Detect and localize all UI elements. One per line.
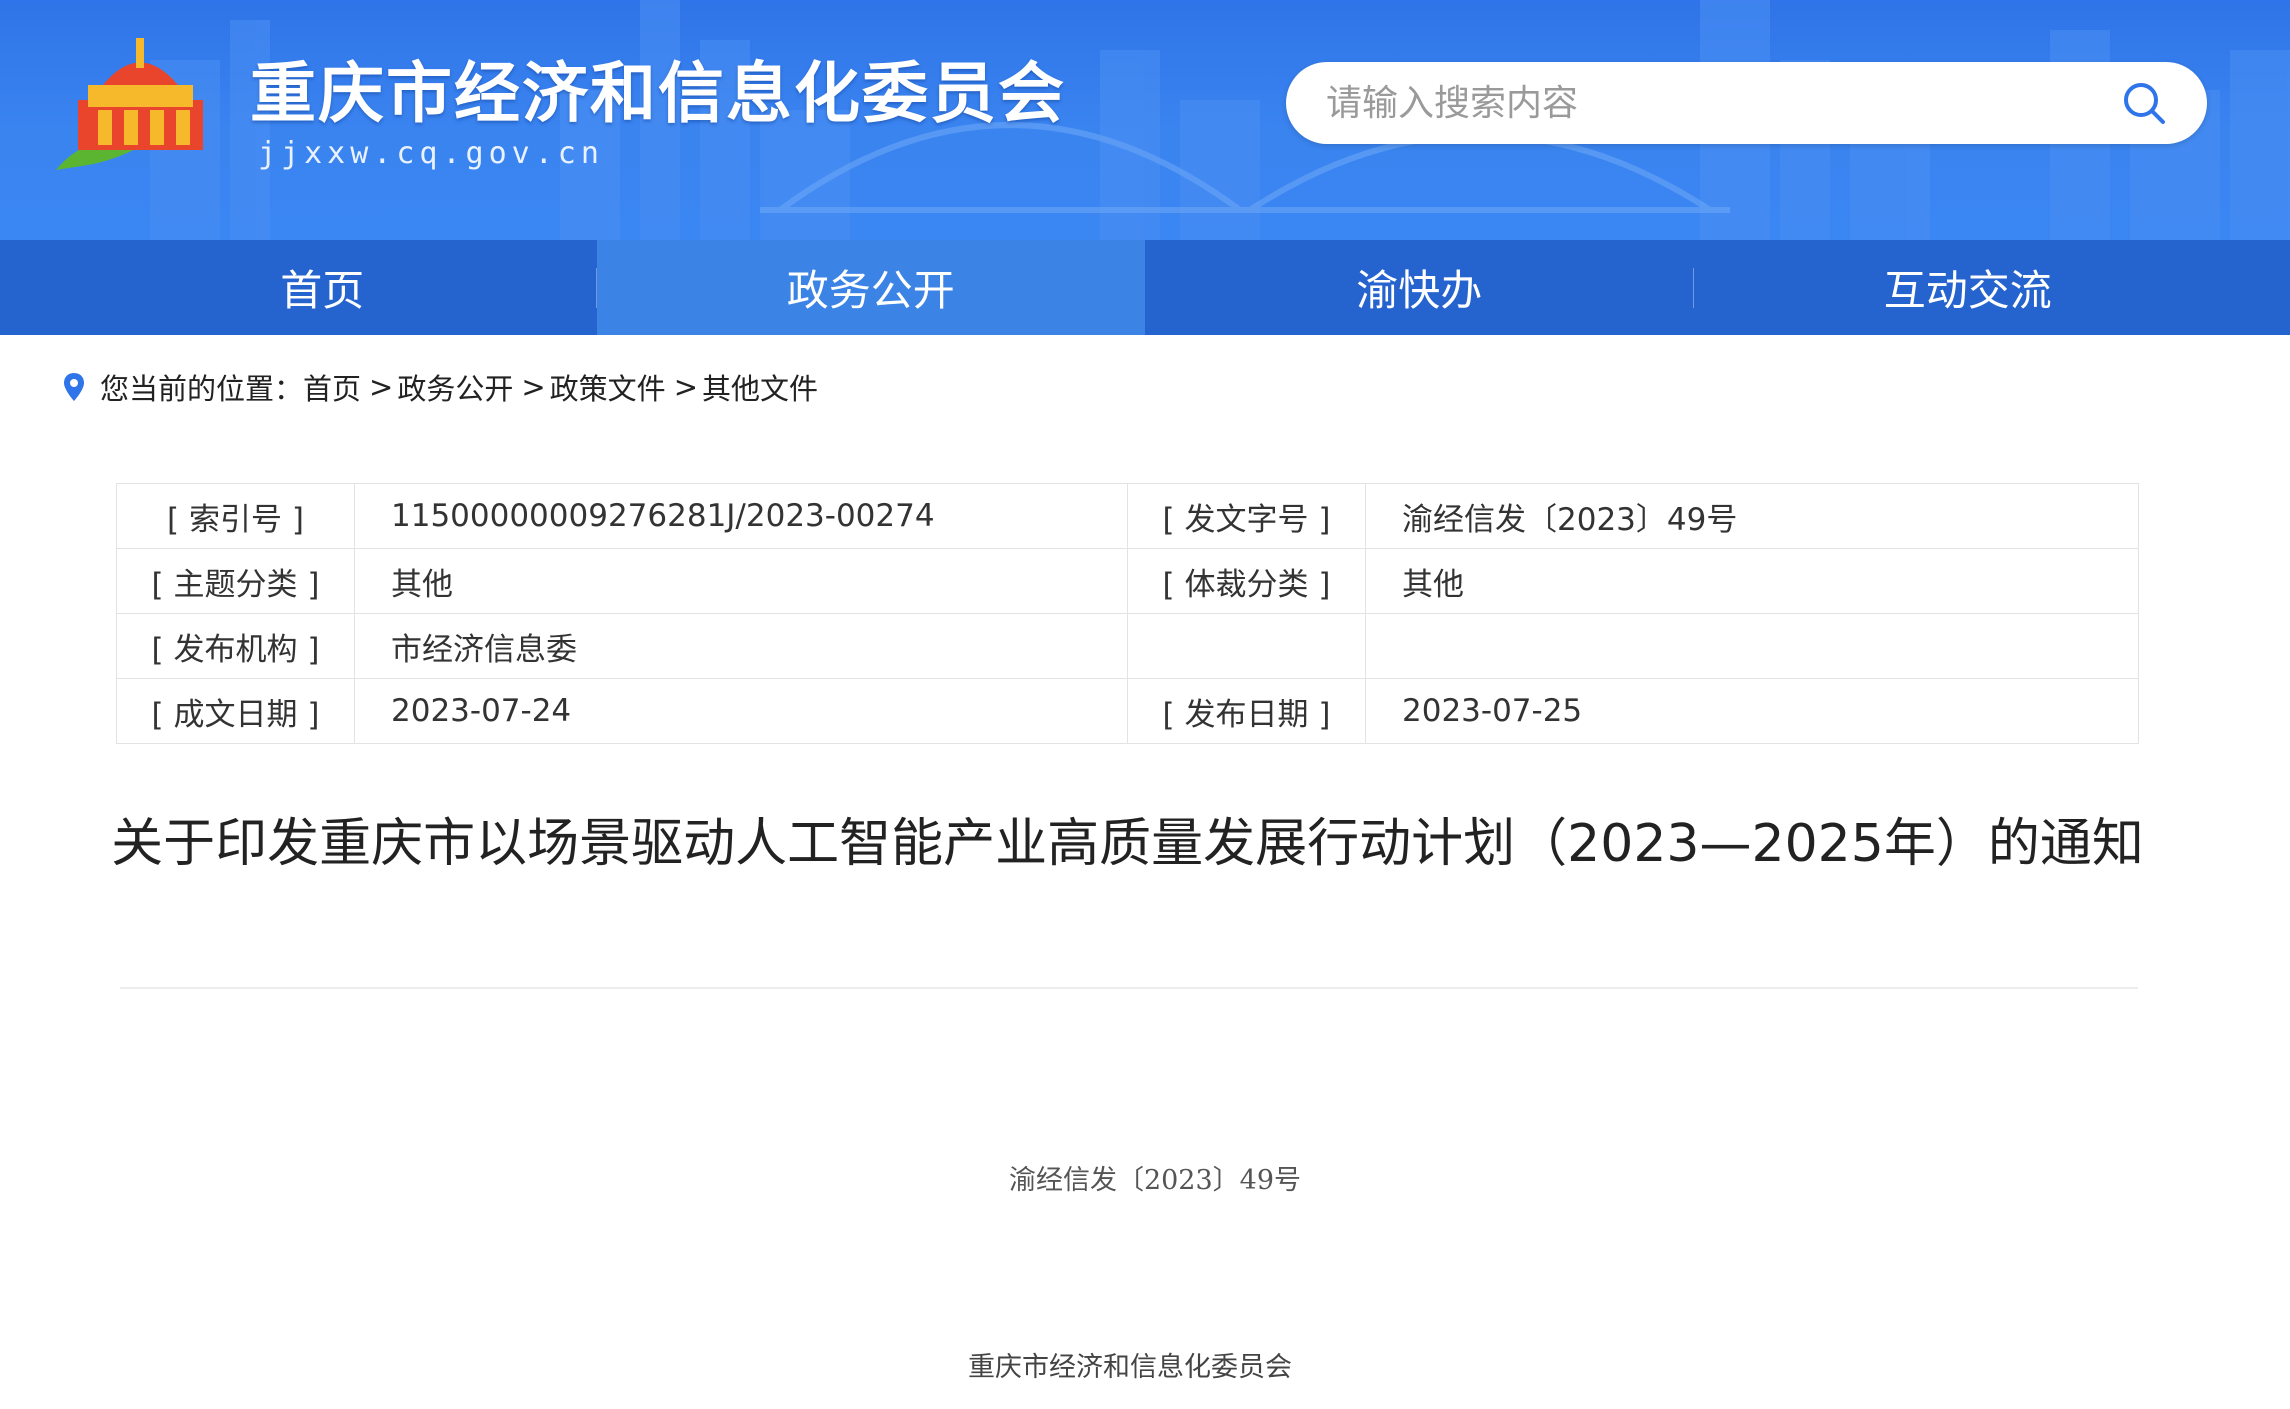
index-number-value: 11500000009276281J/2023-00274 <box>354 483 1128 549</box>
empty-cell <box>1127 613 1366 679</box>
site-logo-emblem <box>56 38 203 170</box>
doc-number-label: [ 发文字号 ] <box>1127 483 1366 549</box>
published-date-label: [ 发布日期 ] <box>1127 678 1366 744</box>
genre-value: 其他 <box>1365 548 2139 614</box>
topic-label: [ 主题分类 ] <box>116 548 355 614</box>
breadcrumb-policy-documents[interactable]: 政策文件 <box>550 366 666 408</box>
title-divider <box>120 987 2138 989</box>
table-row: [ 成文日期 ] 2023-07-24 [ 发布日期 ] 2023-07-25 <box>116 678 2139 744</box>
breadcrumb-government-affairs[interactable]: 政务公开 <box>397 366 513 408</box>
nav-item-label: 政务公开 <box>786 266 955 315</box>
search-icon[interactable] <box>2121 80 2167 126</box>
site-domain: jjxxw.cq.gov.cn <box>258 136 604 171</box>
created-date-label: [ 成文日期 ] <box>116 678 355 744</box>
table-row: [ 索引号 ] 11500000009276281J/2023-00274 [ … <box>116 483 2139 549</box>
search-input[interactable] <box>1326 82 2121 124</box>
table-row: [ 主题分类 ] 其他 [ 体裁分类 ] 其他 <box>116 548 2139 614</box>
nav-item-label: 首页 <box>280 266 365 315</box>
nav-item-label: 渝快办 <box>1356 266 1483 315</box>
index-number-label: [ 索引号 ] <box>116 483 355 549</box>
published-date-value: 2023-07-25 <box>1365 678 2139 744</box>
document-number: 渝经信发〔2023〕49号 <box>1008 1165 1302 1196</box>
location-pin-icon <box>64 373 84 401</box>
breadcrumb-other-documents[interactable]: 其他文件 <box>702 366 818 408</box>
nav-item-yukuaiban[interactable]: 渝快办 <box>1145 240 1694 335</box>
breadcrumb-separator: > <box>673 370 698 404</box>
table-row: [ 发布机构 ] 市经济信息委 <box>116 613 2139 679</box>
document-issuer: 重庆市经济和信息化委员会 <box>968 1352 1292 1383</box>
document-info-table: [ 索引号 ] 11500000009276281J/2023-00274 [ … <box>116 483 2139 744</box>
nav-item-government-affairs[interactable]: 政务公开 <box>596 240 1145 335</box>
breadcrumb-separator: > <box>521 370 546 404</box>
nav-item-interaction[interactable]: 互动交流 <box>1694 240 2243 335</box>
breadcrumb-home[interactable]: 首页 <box>303 366 361 408</box>
breadcrumb: 您当前的位置： 首页 > 政务公开 > 政策文件 > 其他文件 <box>62 366 818 408</box>
search-bar <box>1286 62 2207 144</box>
site-header: 重庆市经济和信息化委员会 jjxxw.cq.gov.cn <box>0 0 2290 240</box>
doc-number-value: 渝经信发〔2023〕49号 <box>1365 483 2139 549</box>
main-nav: 首页 政务公开 渝快办 互动交流 <box>0 240 2290 335</box>
nav-item-home[interactable]: 首页 <box>48 240 597 335</box>
publisher-value: 市经济信息委 <box>354 613 1128 679</box>
breadcrumb-prefix: 您当前的位置： <box>100 372 304 406</box>
created-date-value: 2023-07-24 <box>354 678 1128 744</box>
nav-item-label: 互动交流 <box>1883 266 2052 315</box>
topic-value: 其他 <box>354 548 1128 614</box>
document-title: 关于印发重庆市以场景驱动人工智能产业高质量发展行动计划（2023—2025年）的… <box>111 814 2144 874</box>
publisher-label: [ 发布机构 ] <box>116 613 355 679</box>
empty-cell <box>1365 613 2139 679</box>
genre-label: [ 体裁分类 ] <box>1127 548 1366 614</box>
site-title[interactable]: 重庆市经济和信息化委员会 <box>250 40 1066 136</box>
breadcrumb-separator: > <box>369 370 394 404</box>
